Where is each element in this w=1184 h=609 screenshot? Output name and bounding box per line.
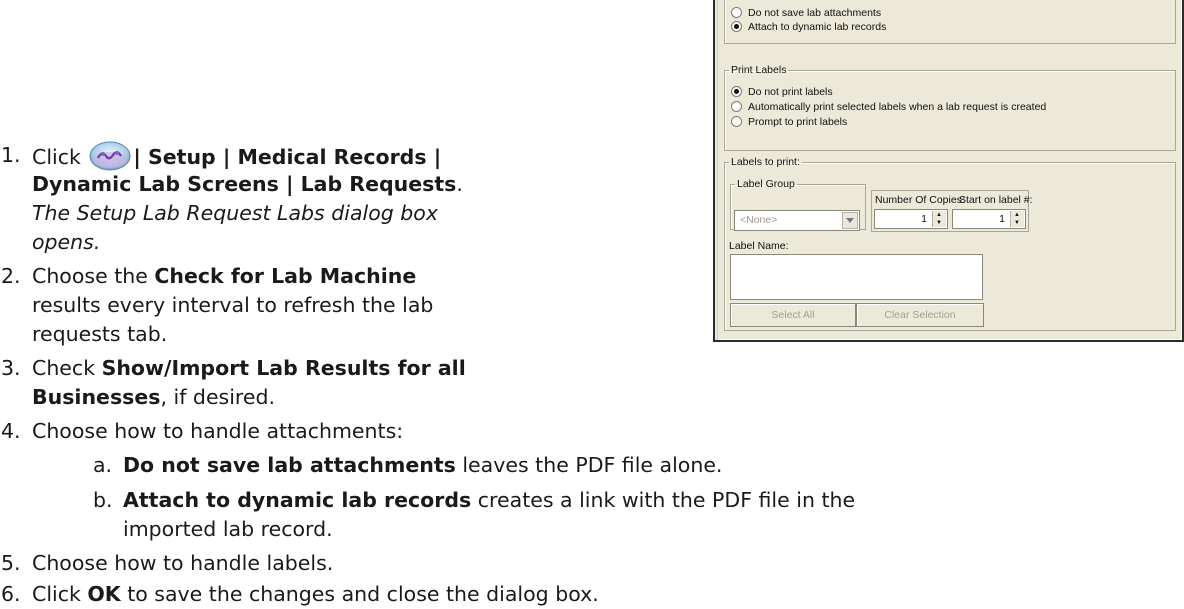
- labels-to-print-legend: Labels to print:: [731, 156, 800, 168]
- radio-icon[interactable]: [731, 101, 742, 112]
- chevron-down-icon[interactable]: [842, 212, 858, 229]
- radio-do-not-save[interactable]: Do not save lab attachments: [731, 7, 881, 21]
- label-name-list[interactable]: [730, 254, 983, 300]
- spin-up-icon[interactable]: ▲: [1014, 212, 1020, 218]
- radio-selected-icon[interactable]: [731, 21, 742, 32]
- radio-icon[interactable]: [731, 7, 742, 18]
- labels-to-print-group: Labels to print: Label Group <None> Numb…: [724, 156, 1176, 331]
- attachments-group: Do not save lab attachments Attach to dy…: [724, 0, 1176, 44]
- label-name-label: Label Name:: [729, 240, 789, 252]
- radio-do-not-print[interactable]: Do not print labels: [731, 86, 833, 100]
- start-label-stepper[interactable]: 1 ▲ ▼: [952, 209, 1026, 229]
- setup-lab-request-dialog: Do not save lab attachments Attach to dy…: [713, 0, 1184, 342]
- select-all-button[interactable]: Select All: [730, 303, 856, 327]
- radio-prompt-print[interactable]: Prompt to print labels: [731, 116, 847, 130]
- spin-down-icon[interactable]: ▼: [936, 220, 942, 226]
- lab-icon[interactable]: [89, 141, 131, 171]
- clear-selection-button[interactable]: Clear Selection: [856, 303, 984, 327]
- print-labels-legend: Print Labels: [731, 64, 787, 76]
- label-group-select[interactable]: <None>: [734, 210, 860, 231]
- radio-selected-icon[interactable]: [731, 86, 742, 97]
- label-group-box: Label Group <None>: [730, 178, 866, 231]
- spin-down-icon[interactable]: ▼: [1014, 220, 1020, 226]
- spin-up-icon[interactable]: ▲: [936, 212, 942, 218]
- print-labels-group: Print Labels Do not print labels Automat…: [724, 64, 1176, 151]
- radio-icon[interactable]: [731, 116, 742, 127]
- step-number: 1.: [1, 143, 21, 167]
- copies-box: Number Of Copies: Start on label #: 1 ▲ ▼…: [871, 190, 1033, 232]
- radio-auto-print[interactable]: Automatically print selected labels when…: [731, 101, 1046, 115]
- copies-stepper[interactable]: 1 ▲ ▼: [874, 209, 948, 229]
- radio-attach-dynamic[interactable]: Attach to dynamic lab records: [731, 21, 886, 35]
